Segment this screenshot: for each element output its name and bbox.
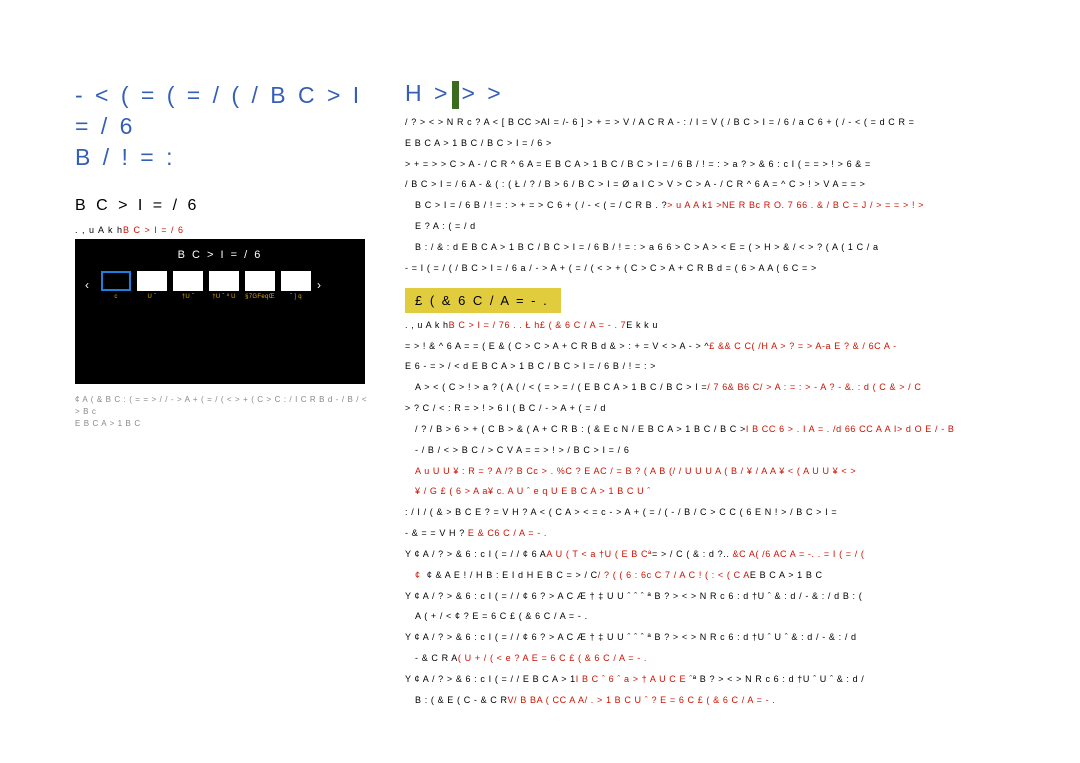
body-line: ¥ / G £ ( 6 > A a¥ c. A U ˆ e q U E B C …	[415, 484, 1015, 499]
body-line: = > ! & ^ 6 A = = ( E & ( C > C > A + C …	[405, 339, 1015, 354]
source-cell-1[interactable]: U ˆ	[137, 271, 167, 300]
green-bar-icon	[452, 81, 459, 109]
source-cell-4[interactable]: §7GFeqŒ	[245, 271, 275, 300]
body-line: B C > I = / 6 B / ! = : > + = > C 6 + ( …	[415, 198, 1015, 213]
body-line: / ? > < > N R c ? A < [ B CC >AI = /- 6 …	[405, 115, 1015, 130]
body-line: A u U U ¥ : R = ? A /? B Cc > . %C ? E A…	[415, 464, 1015, 479]
display-icon	[245, 271, 275, 291]
body-line: A > < ( C > ! > a ? ( A ( / < ( = > = / …	[415, 380, 1015, 395]
body-line: B : ( & E ( C - & C RV/ B BA ( CC A A/ .…	[415, 693, 1015, 708]
display-icon	[281, 271, 311, 291]
body-line: Y ¢ A / ? > & 6 : c I ( = / / ¢ 6 ? > A …	[405, 589, 1015, 604]
source-cell-0[interactable]: c	[101, 271, 131, 300]
section-subtitle: B C > I = / 6	[75, 197, 375, 215]
display-icon	[101, 271, 131, 291]
next-arrow-icon[interactable]: ›	[317, 278, 327, 292]
source-cell-5[interactable]: ˆ ] q	[281, 271, 311, 300]
body-line: - = I ( = / ( / B C > I = / 6 a / - > A …	[405, 261, 1015, 276]
source-cell-2[interactable]: †U ˆ	[173, 271, 203, 300]
body-line: > ? C / < : R = > ! > 6 I ( B C / - > A …	[405, 401, 1015, 416]
display-icon	[137, 271, 167, 291]
body-line: Y ¢ A / ? > & 6 : c I ( = / / E B C A > …	[405, 672, 1015, 687]
body-line: - & C R A( U + / ( < e ? A E = 6 C £ ( &…	[415, 651, 1015, 666]
page-title: - < ( = ( = / ( / B C > I = / 6 B / ! = …	[75, 80, 375, 173]
display-icon	[173, 271, 203, 291]
body-line: > + = > > C > A - / C R ^ 6 A = E B C A …	[405, 157, 1015, 172]
preview-title: B C > I = / 6	[75, 239, 365, 261]
display-icon	[209, 271, 239, 291]
path-line: . , u A k hB C > I = / 6	[75, 225, 375, 235]
footnote: ¢ A ( & B C : ( = = > / / - > A + ( = / …	[75, 394, 375, 430]
body-line: A ( + / < ¢ ? E = 6 C £ ( & 6 C / A = - …	[415, 609, 1015, 624]
body-line: ¢ ¢ & A E ! / H B : E I d H E B C = > / …	[415, 568, 1015, 583]
body-line: Y ¢ A / ? > & 6 : c I ( = / / ¢ 6 AA U (…	[405, 547, 1015, 562]
right-col-title: H >> >	[405, 80, 1015, 109]
body-line: - / B / < > B C / > C V A = = > ! > / B …	[415, 443, 1015, 458]
body-line: : / I / ( & > B C E ? = V H ? A < ( C A …	[405, 505, 1015, 520]
prev-arrow-icon[interactable]: ‹	[85, 278, 95, 292]
body-line: - & = = V H ? E & C6 C / A = - .	[405, 526, 1015, 541]
body-line: / B C > I = / 6 A - & ( : ( Ł / ? / B > …	[405, 177, 1015, 192]
highlight-box: £ ( & 6 C / A = - .	[405, 288, 561, 313]
body-line: E B C A > 1 B C / B C > I = / 6 >	[405, 136, 1015, 151]
body-line: B : / & : d E B C A > 1 B C / B C > I = …	[415, 240, 1015, 255]
source-cell-3[interactable]: †U ˆ ª U	[209, 271, 239, 300]
source-preview-box: B C > I = / 6 ‹ c U ˆ †U ˆ †U ˆ ª U	[75, 239, 365, 384]
body-line: Y ¢ A / ? > & 6 : c I ( = / / ¢ 6 ? > A …	[405, 630, 1015, 645]
body-line: E ? A : ( = / d	[415, 219, 1015, 234]
body-line: E 6 - = > / < d E B C A > 1 B C / B C > …	[405, 359, 1015, 374]
body-line: . , u A k hB C > I = / 76 . . Ł h£ ( & 6…	[405, 318, 1015, 333]
body-line: / ? / B > 6 > + ( C B > & ( A + C R B : …	[415, 422, 1015, 437]
